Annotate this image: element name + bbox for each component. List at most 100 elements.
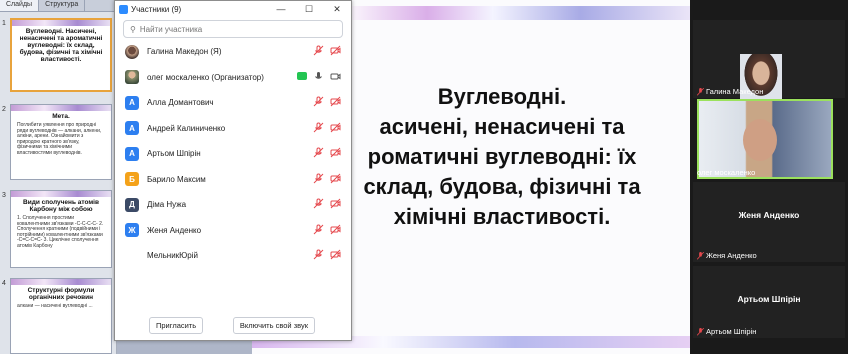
participant-face: [743, 119, 777, 161]
participant-name: Женя Анденко: [147, 225, 202, 235]
window-controls: — ☐ ✕: [267, 4, 351, 15]
search-box[interactable]: ⚲: [123, 20, 343, 38]
participant-name: Діма Нужа: [147, 200, 187, 209]
participant-row[interactable]: Ж Женя Анденко: [115, 218, 351, 243]
thumb-title: Вуглеводні. Насичені, ненасичені та аром…: [19, 28, 103, 63]
invite-button[interactable]: Пригласить: [149, 317, 204, 334]
thumb-title: Види сполучень атомів Карбону між собою: [23, 199, 99, 213]
slide-thumbnail-2[interactable]: Мета. Поглибити уявлення про природні ря…: [10, 104, 112, 180]
video-off-icon: [330, 249, 341, 260]
avatar: [125, 70, 139, 84]
avatar-initial: Ж: [125, 223, 139, 237]
slide-line: склад, будова, фізичні та: [363, 174, 641, 199]
slide-title: Вуглеводні. асичені, ненасичені та ромат…: [342, 82, 662, 232]
video-tile[interactable]: Женя Анденко Женя Анденко: [693, 182, 845, 262]
participant-name: Галина Македон (Я): [147, 47, 222, 56]
slide-line: Вуглеводні.: [437, 84, 567, 109]
tile-name: олег москаленко: [697, 168, 755, 177]
slides-panel: Слайды Структура 1 Вуглеводні. Насичені,…: [0, 0, 117, 354]
mic-muted-icon: [313, 198, 324, 209]
mic-muted-icon: [313, 224, 324, 235]
participant-name: Артьом Шпірін: [147, 149, 201, 158]
tile-name: Женя Анденко: [697, 251, 757, 260]
avatar: [125, 44, 139, 59]
participant-row[interactable]: МельникЮрій: [115, 243, 351, 268]
participant-status: [313, 96, 341, 107]
tab-outline[interactable]: Структура: [39, 0, 86, 11]
video-off-icon: [330, 173, 341, 184]
video-off-icon: [330, 198, 341, 209]
thumb-number: 4: [2, 280, 6, 287]
participant-row[interactable]: А Андрей Калиниченко: [115, 116, 351, 141]
participant-status: [313, 122, 341, 133]
participant-row[interactable]: А Алла Домантович: [115, 90, 351, 115]
participants-window: Участники (9) — ☐ ✕ ⚲ Галина Македон (Я)…: [114, 0, 352, 341]
mic-icon: [313, 71, 324, 82]
tile-name-text: олег москаленко: [697, 168, 756, 177]
avatar-initial: Д: [125, 197, 139, 212]
participant-status: [297, 71, 341, 82]
unmute-self-button[interactable]: Включить свой звук: [232, 317, 315, 334]
participant-name: Алла Домантович: [147, 98, 214, 107]
window-title: Участники (9): [131, 4, 182, 14]
slide-line: асичені, ненасичені та: [379, 114, 625, 139]
thumb-body: Поглибити уявлення про природні ряди вуг…: [17, 122, 102, 156]
avatar-initial: Б: [125, 172, 139, 186]
mic-muted-icon: [313, 122, 324, 133]
close-icon[interactable]: ✕: [323, 4, 351, 15]
tile-name-text: Артьом Шпірін: [706, 327, 757, 336]
video-off-icon: [330, 45, 341, 56]
video-tile[interactable]: Артьом Шпірін Артьом Шпірін: [693, 266, 845, 338]
thumb-number: 2: [2, 106, 6, 113]
avatar-initial: А: [125, 121, 139, 135]
mic-muted-icon: [313, 173, 324, 184]
thumb-body: алкани — насичені вуглеводні ...: [17, 303, 93, 309]
thumb-body: 1. Сполучення простими ковалентними зв'я…: [17, 215, 104, 249]
window-titlebar[interactable]: Участники (9) — ☐ ✕: [115, 1, 351, 17]
video-off-icon: [330, 147, 341, 158]
share-screen-icon: [297, 72, 307, 80]
mic-muted-icon: [313, 147, 324, 158]
thumb-title: Мета.: [52, 113, 70, 120]
slide-thumbnail-4[interactable]: Структурні формули органічних речовин ал…: [10, 278, 112, 354]
minimize-icon[interactable]: —: [267, 4, 295, 15]
mic-muted-icon: [697, 327, 704, 336]
maximize-icon[interactable]: ☐: [295, 4, 323, 15]
video-gallery: Галина Македон олег москаленко Женя Анде…: [690, 0, 848, 354]
slide-line: роматичні вуглеводні: їх: [367, 144, 637, 169]
zoom-logo-icon: [119, 4, 128, 14]
participant-status: [313, 224, 341, 235]
search-input[interactable]: [139, 24, 330, 34]
slide-thumbnail-1[interactable]: Вуглеводні. Насичені, ненасичені та аром…: [10, 18, 112, 92]
avatar-initial: А: [125, 146, 139, 161]
slide-thumbnail-3[interactable]: Види сполучень атомів Карбону між собою …: [10, 190, 112, 268]
thumb-number: 3: [2, 192, 6, 199]
video-icon: [330, 71, 341, 82]
participant-status: [313, 147, 341, 158]
participant-status: [313, 45, 341, 56]
tile-name: Галина Македон: [697, 87, 763, 96]
video-tile[interactable]: олег москаленко: [693, 99, 845, 179]
participant-row[interactable]: А Артьом Шпірін: [115, 141, 351, 166]
mic-muted-icon: [313, 45, 324, 56]
mic-muted-icon: [697, 251, 704, 260]
participant-video: [697, 99, 833, 179]
participant-row[interactable]: Галина Македон (Я): [115, 39, 351, 64]
thumb-number: 1: [2, 20, 6, 27]
thumb-title: Структурні формули органічних речовин: [27, 287, 95, 301]
avatar-initial: А: [125, 95, 139, 110]
participant-row[interactable]: Б Барило Максим: [115, 167, 351, 192]
video-tile[interactable]: Галина Македон: [693, 20, 845, 102]
participant-status: [313, 173, 341, 184]
participants-footer: Пригласить Включить свой звук: [115, 317, 351, 334]
tab-slides[interactable]: Слайды: [0, 0, 40, 11]
participant-row[interactable]: Д Діма Нужа: [115, 192, 351, 217]
video-off-icon: [330, 96, 341, 107]
mic-muted-icon: [313, 249, 324, 260]
tile-name-text: Галина Македон: [706, 87, 764, 96]
participant-row[interactable]: олег москаленко (Организатор): [115, 65, 351, 90]
tile-center-name: Женя Анденко: [738, 210, 800, 220]
participant-name: Барило Максим: [147, 174, 206, 184]
slide-line: хімічні властивості.: [393, 204, 611, 229]
video-off-icon: [330, 224, 341, 235]
